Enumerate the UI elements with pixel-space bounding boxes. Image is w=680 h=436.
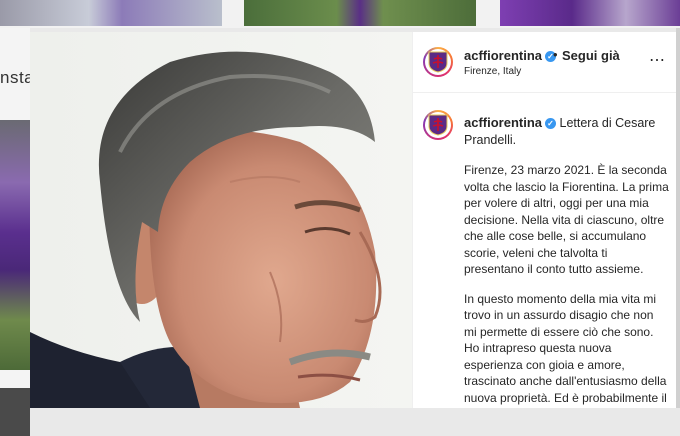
feed-thumbnail[interactable]: [500, 0, 680, 26]
post-modal: acffiorentina ✓ • Segui già Firenze, Ital…: [30, 32, 676, 408]
feed-thumbnail[interactable]: [244, 0, 476, 26]
feed-thumbnail[interactable]: [0, 120, 30, 370]
feed-right-edge: [676, 28, 680, 408]
caption-heading: acffiorentina ✓ Lettera di Cesare Prandel…: [464, 114, 664, 149]
avatar[interactable]: [423, 47, 453, 77]
verified-badge-icon: ✓: [545, 118, 557, 129]
caption-paragraph: Firenze, 23 marzo 2021. È la seconda vol…: [464, 163, 669, 276]
caption-username[interactable]: acffiorentina ✓: [464, 115, 557, 130]
caption-avatar[interactable]: [423, 110, 453, 140]
username[interactable]: acffiorentina ✓: [464, 48, 557, 63]
more-options-icon[interactable]: ⋯: [649, 50, 665, 70]
post-photo[interactable]: [30, 32, 412, 408]
feed-top-strip: [0, 0, 680, 28]
separator: •: [553, 47, 558, 62]
follow-button[interactable]: Segui già: [562, 48, 620, 63]
feed-thumbnail[interactable]: [0, 0, 222, 26]
caption-paragraph: In questo momento della mia vita mi trov…: [464, 291, 667, 409]
fiorentina-logo-icon: [428, 114, 448, 136]
fiorentina-logo-icon: [428, 51, 448, 73]
feed-thumbnail[interactable]: [0, 388, 30, 436]
caption-body: Firenze, 23 marzo 2021. È la seconda vol…: [464, 162, 669, 408]
location-link[interactable]: Firenze, Italy: [464, 66, 521, 77]
portrait-illustration: [30, 32, 412, 408]
post-details-panel: acffiorentina ✓ • Segui già Firenze, Ital…: [412, 32, 676, 408]
post-header: acffiorentina ✓ • Segui già Firenze, Ital…: [413, 32, 676, 93]
feed-left-column: nsta: [0, 28, 34, 436]
